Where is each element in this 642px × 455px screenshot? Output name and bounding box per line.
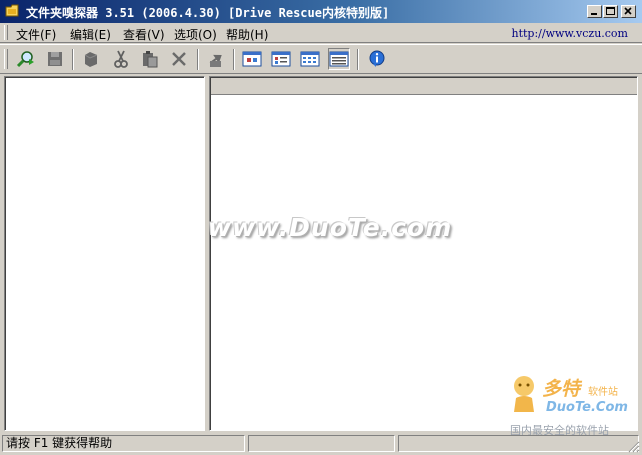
maximize-button[interactable] [603, 5, 618, 18]
delete-x-icon [172, 52, 186, 66]
up-folder-button[interactable] [205, 48, 227, 70]
large-icons-view-button[interactable] [241, 48, 263, 70]
toolbar-grip[interactable] [4, 49, 8, 69]
watermark-en: DuoTe.Com [546, 400, 628, 415]
large-icons-view-icon [242, 51, 262, 67]
cut-scissors-icon [114, 50, 128, 68]
toolbar-separator [197, 49, 199, 70]
status-text: 请按 F1 键获得帮助 [2, 435, 245, 452]
website-link[interactable]: http://www.vczu.com [512, 27, 629, 40]
close-button[interactable] [621, 5, 636, 18]
folder-app-icon [5, 4, 19, 17]
copy-files-icon [84, 52, 98, 67]
scan-search-icon [16, 51, 34, 68]
watermark-logo: 多特 软件站 DuoTe.Com 国内最安全的软件站 [506, 372, 636, 438]
watermark-cn-small: 软件站 [588, 387, 618, 398]
mascot-icon [514, 376, 534, 412]
up-folder-icon [209, 54, 222, 67]
toolbar-separator [357, 49, 359, 70]
toolbar-separator [72, 49, 74, 70]
menu-view[interactable]: 查看(V) [123, 26, 165, 43]
status-bar: 请按 F1 键获得帮助 [0, 433, 642, 455]
watermark-cn: 多特 [542, 378, 581, 400]
folder-tree-pane[interactable] [4, 76, 205, 431]
menu-bar: 文件(F) 编辑(E) 查看(V) 选项(O) 帮助(H) http://www… [0, 23, 642, 43]
cut-button[interactable] [110, 48, 132, 70]
resize-grip-icon[interactable] [628, 441, 640, 453]
details-view-icon [329, 51, 349, 67]
scan-button[interactable] [14, 48, 36, 70]
status-panel-3 [398, 435, 639, 452]
about-info-icon [369, 50, 385, 67]
list-view-icon [300, 51, 320, 67]
menu-file[interactable]: 文件(F) [16, 26, 56, 43]
title-bar[interactable]: 文件夹嗅探器 3.51 (2006.4.30) [Drive Rescue内核特… [0, 0, 642, 23]
list-column-header[interactable] [211, 78, 637, 95]
watermark-center: www.DuoTe.com [208, 213, 453, 242]
list-view-button[interactable] [299, 48, 321, 70]
save-disk-icon [48, 52, 62, 66]
status-panel-2 [248, 435, 395, 452]
small-icons-view-button[interactable] [270, 48, 292, 70]
menu-edit[interactable]: 编辑(E) [70, 26, 111, 43]
paste-icon [143, 51, 158, 68]
close-icon [624, 7, 632, 15]
menu-help[interactable]: 帮助(H) [226, 26, 268, 43]
copy-button[interactable] [80, 48, 102, 70]
folder-tree-area[interactable] [5, 77, 204, 430]
menu-grip[interactable] [4, 25, 8, 40]
save-button[interactable] [44, 48, 66, 70]
about-button[interactable] [366, 48, 388, 70]
toolbar-separator [233, 49, 235, 70]
paste-button[interactable] [139, 48, 161, 70]
minimize-icon [591, 13, 597, 15]
window-title: 文件夹嗅探器 3.51 (2006.4.30) [Drive Rescue内核特… [26, 6, 390, 20]
minimize-button[interactable] [587, 5, 602, 18]
menu-options[interactable]: 选项(O) [174, 26, 217, 43]
delete-button[interactable] [168, 48, 190, 70]
toolbar [0, 44, 642, 74]
small-icons-view-icon [271, 51, 291, 67]
details-view-button[interactable] [328, 48, 350, 70]
maximize-icon [606, 7, 615, 15]
